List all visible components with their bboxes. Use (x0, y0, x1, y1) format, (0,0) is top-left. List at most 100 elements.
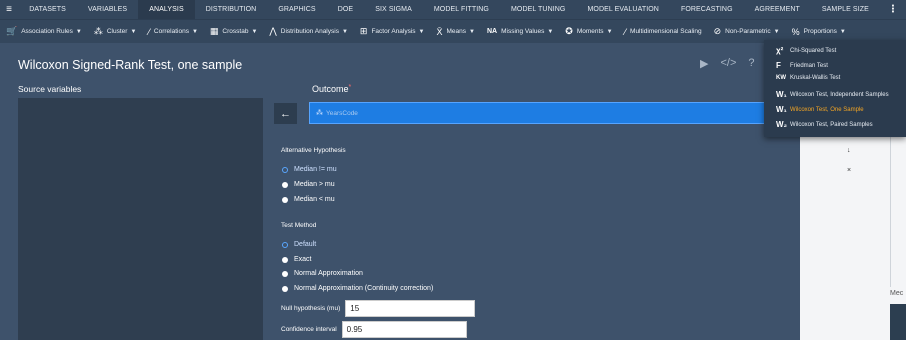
mean-icon: X̄ (436, 26, 443, 37)
cart-icon: 🛒 (6, 26, 18, 36)
panel-divider (890, 137, 891, 287)
caret-down-icon: ▼ (341, 28, 348, 35)
menu-item-wilcoxon-one-sample[interactable]: W₁ Wilcoxon Test, One Sample (776, 105, 864, 114)
null-hypothesis-input[interactable] (345, 300, 476, 317)
radio-median-less[interactable]: Median < mu (282, 196, 335, 203)
nav-agreement[interactable]: AGREEMENT (744, 0, 811, 19)
cluster-menu[interactable]: ⁂ Cluster ▼ (88, 20, 143, 44)
missing-values-menu[interactable]: NA Missing Values ▼ (481, 20, 559, 44)
radio-exact[interactable]: Exact (282, 256, 312, 263)
non-parametric-dropdown: χ² Chi-Squared Test F Friedman Test KW Krus… (764, 40, 906, 137)
run-icon[interactable]: ▶ (700, 57, 708, 70)
nav-six-sigma[interactable]: SIX SIGMA (364, 0, 423, 19)
arrow-down-icon[interactable]: ↓ (847, 147, 851, 154)
wilcoxon-icon: W₁ (776, 90, 787, 99)
caret-down-icon: ▼ (469, 28, 475, 35)
chi-squared-icon: χ² (776, 46, 784, 55)
menu-item-wilcoxon-paired[interactable]: W₂ Wilcoxon Test, Paired Samples (776, 120, 873, 129)
association-rules-menu[interactable]: 🛒 Association Rules ▼ (0, 20, 88, 44)
nav-forecasting[interactable]: FORECASTING (670, 0, 744, 19)
correlations-menu[interactable]: ⁄ Correlations ▼ (142, 20, 204, 44)
more-vert-icon[interactable]: ⋮ (880, 4, 906, 15)
variable-icon: ⁂ (316, 110, 323, 117)
dark-block (890, 304, 906, 340)
grid-icon: ▦ (209, 26, 219, 36)
menu-item-friedman[interactable]: F Friedman Test (776, 61, 828, 70)
caret-down-icon: ▼ (130, 28, 137, 35)
kruskal-wallis-icon: KW (776, 75, 786, 81)
menu-item-kruskal-wallis[interactable]: KW Kruskal-Wallis Test (776, 75, 840, 81)
factor-analysis-menu[interactable]: ⊞ Factor Analysis ▼ (354, 20, 431, 44)
nav-graphics[interactable]: GRAPHICS (267, 0, 326, 19)
radio-icon (282, 285, 288, 292)
radio-normal-approximation-continuity[interactable]: Normal Approximation (Continuity correct… (282, 285, 433, 292)
nav-distribution[interactable]: DISTRIBUTION (195, 0, 268, 19)
radio-median-not-equal[interactable]: Median != mu (282, 166, 337, 173)
move-left-button[interactable]: ← (274, 103, 297, 124)
top-nav: ≡ DATASETS VARIABLES ANALYSIS DISTRIBUTI… (0, 0, 906, 19)
radio-icon (282, 270, 288, 277)
non-parametric-icon: ⊘ (713, 26, 722, 36)
right-panel: ↓ × Mec (800, 137, 906, 340)
nav-variables[interactable]: VARIABLES (77, 0, 138, 19)
wilcoxon-paired-icon: W₂ (776, 120, 788, 129)
radio-icon (282, 196, 288, 203)
menu-icon[interactable]: ≡ (0, 4, 18, 15)
nav-doe[interactable]: DOE (327, 0, 364, 19)
nav-analysis[interactable]: ANALYSIS (138, 0, 195, 19)
med-label: Mec (890, 290, 904, 297)
correlation-icon: ⁄ (148, 26, 150, 37)
nav-model-fitting[interactable]: MODEL FITTING (423, 0, 500, 19)
page-title: Wilcoxon Signed-Rank Test, one sample (18, 58, 243, 72)
radio-icon (282, 181, 288, 188)
nav-model-evaluation[interactable]: MODEL EVALUATION (576, 0, 669, 19)
test-method-label: Test Method (281, 222, 317, 229)
wilcoxon-icon: W₁ (776, 105, 787, 114)
confidence-interval-row: Confidence interval (281, 321, 467, 338)
menu-item-wilcoxon-independent[interactable]: W₁ Wilcoxon Test, Independent Samples (776, 90, 889, 99)
means-menu[interactable]: X̄ Means ▼ (430, 20, 480, 44)
nav-model-tuning[interactable]: MODEL TUNING (500, 0, 576, 19)
arrow-left-icon: ← (280, 107, 291, 120)
confidence-interval-label: Confidence interval (281, 326, 337, 333)
confidence-interval-input[interactable] (341, 321, 467, 338)
radio-selected-icon (282, 241, 288, 248)
menu-item-chi-squared[interactable]: χ² Chi-Squared Test (776, 46, 836, 55)
outcome-field[interactable]: ⁂ YearsCode (309, 102, 809, 124)
radio-default[interactable]: Default (282, 241, 316, 248)
alternative-hypothesis-label: Alternative Hypothesis (281, 147, 346, 154)
null-hypothesis-row: Null hypothesis (mu) (281, 300, 476, 317)
factor-icon: ⊞ (359, 26, 368, 36)
crosstab-menu[interactable]: ▦ Crosstab ▼ (204, 20, 263, 44)
caret-down-icon: ▼ (773, 28, 780, 35)
outcome-label: Outcome* (312, 84, 352, 94)
help-icon[interactable]: ? (748, 57, 754, 70)
source-variables-list[interactable] (18, 98, 263, 340)
close-icon[interactable]: × (847, 167, 851, 174)
na-icon: NA (486, 28, 498, 35)
cluster-icon: ⁂ (93, 26, 103, 36)
nav-sample-size[interactable]: SAMPLE SIZE (811, 0, 880, 19)
caret-down-icon: ▼ (251, 28, 258, 35)
radio-icon (282, 256, 288, 263)
source-variables-label: Source variables (18, 84, 82, 94)
multidimensional-scaling-menu[interactable]: ⁄ Multidimensional Scaling (619, 20, 708, 44)
distribution-analysis-menu[interactable]: ⋀ Distribution Analysis ▼ (263, 20, 354, 44)
radio-normal-approximation[interactable]: Normal Approximation (282, 270, 363, 277)
caret-down-icon: ▼ (606, 28, 613, 35)
friedman-icon: F (776, 61, 781, 70)
null-hypothesis-label: Null hypothesis (mu) (281, 305, 341, 312)
distribution-icon: ⋀ (269, 26, 277, 36)
nav-datasets[interactable]: DATASETS (18, 0, 77, 19)
caret-down-icon: ▼ (191, 28, 198, 35)
radio-median-greater[interactable]: Median > mu (282, 181, 335, 188)
required-marker: * (348, 84, 352, 91)
moments-menu[interactable]: ✪ Moments ▼ (559, 20, 618, 44)
title-actions: ▶ </> ? (700, 57, 755, 70)
outcome-value: YearsCode (326, 109, 358, 117)
moments-icon: ✪ (565, 26, 573, 36)
radio-selected-icon (282, 166, 288, 173)
code-icon[interactable]: </> (720, 57, 736, 70)
caret-down-icon: ▼ (547, 28, 554, 35)
percent-icon: % (791, 26, 800, 37)
